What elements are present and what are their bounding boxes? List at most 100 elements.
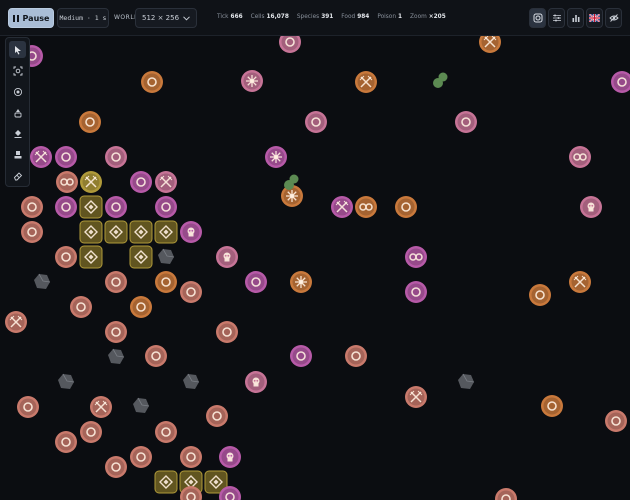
cell-burst-icon[interactable] [265, 146, 287, 168]
cell-skull-icon[interactable] [580, 196, 602, 218]
snapshot-button[interactable] [529, 8, 546, 28]
cell-ring-icon[interactable] [611, 71, 630, 93]
cell-ring-icon[interactable] [55, 146, 77, 168]
cell-diamond-icon[interactable] [129, 245, 153, 269]
stamp-icon [14, 150, 21, 158]
cell-ring-icon[interactable] [145, 345, 167, 367]
cell-ring-icon[interactable] [279, 36, 301, 53]
cell-ring-icon[interactable] [130, 446, 152, 468]
world-canvas[interactable] [0, 36, 630, 500]
cell-ring-icon[interactable] [216, 321, 238, 343]
spawn-cell-icon [13, 87, 22, 96]
rock-icon [158, 248, 175, 264]
cell-ring-icon[interactable] [130, 171, 152, 193]
chevron-down-icon [183, 15, 190, 21]
cell-ring-icon[interactable] [17, 396, 39, 418]
cell-diamond-icon[interactable] [129, 220, 153, 244]
cell-crossed-swords-icon[interactable] [155, 171, 177, 193]
cell-ring-icon[interactable] [345, 345, 367, 367]
tool-food-button[interactable] [9, 104, 26, 121]
cell-diamond-icon[interactable] [104, 220, 128, 244]
cell-ring-icon[interactable] [105, 321, 127, 343]
pause-icon [12, 14, 19, 22]
cell-ring-icon[interactable] [529, 284, 551, 306]
cell-ring-icon[interactable] [80, 421, 102, 443]
cell-ring-icon[interactable] [105, 271, 127, 293]
pause-button[interactable]: Pause [8, 8, 54, 28]
cell-crossed-swords-icon[interactable] [479, 36, 501, 53]
cell-diamond-icon[interactable] [154, 220, 178, 244]
stat-tick: Tick 666 [217, 14, 243, 20]
visibility-button[interactable] [605, 8, 622, 28]
tool-stamp-button[interactable] [9, 146, 26, 163]
language-button[interactable] [586, 8, 603, 28]
cell-ring-icon[interactable] [55, 246, 77, 268]
cell-ring-icon[interactable] [405, 281, 427, 303]
cell-crossed-swords-icon[interactable] [90, 396, 112, 418]
tool-select-button[interactable] [9, 41, 26, 58]
rock-icon [58, 373, 75, 389]
cell-ring-icon[interactable] [155, 271, 177, 293]
cell-ring-icon[interactable] [55, 431, 77, 453]
cell-crossed-swords-icon[interactable] [5, 311, 27, 333]
cell-ring-icon[interactable] [21, 196, 43, 218]
cell-crossed-swords-icon[interactable] [355, 71, 377, 93]
tool-eraser-button[interactable] [9, 167, 26, 184]
pause-label: Pause [22, 13, 50, 23]
snapshot-icon [533, 13, 542, 23]
settings-button[interactable] [548, 8, 565, 28]
cell-ring-icon[interactable] [245, 271, 267, 293]
cell-ring-icon[interactable] [180, 281, 202, 303]
cell-ring-icon[interactable] [21, 221, 43, 243]
add-food-icon [14, 108, 21, 117]
cell-ring-icon[interactable] [141, 71, 163, 93]
cell-ring-icon[interactable] [395, 196, 417, 218]
cell-ring-icon[interactable] [290, 345, 312, 367]
stats-readout: Tick 666 Cells 16,078 Species 391 Food 984 Poiso… [217, 14, 446, 20]
cell-crossed-swords-icon[interactable] [405, 386, 427, 408]
cell-crossed-swords-icon[interactable] [30, 146, 52, 168]
world-size-select[interactable]: 512 × 256 [135, 8, 197, 28]
cell-diamond-icon[interactable] [79, 220, 103, 244]
cell-skull-icon[interactable] [245, 371, 267, 393]
cell-diamond-icon[interactable] [79, 245, 103, 269]
cell-ring-icon[interactable] [155, 421, 177, 443]
tool-focus-button[interactable] [9, 62, 26, 79]
tool-poison-button[interactable] [9, 125, 26, 142]
cell-crossed-swords-icon[interactable] [80, 171, 102, 193]
cell-crossed-swords-icon[interactable] [569, 271, 591, 293]
select-pointer-icon [14, 45, 21, 54]
cell-ring-icon[interactable] [455, 111, 477, 133]
cell-crossed-swords-icon[interactable] [331, 196, 353, 218]
cell-diamond-icon[interactable] [154, 470, 178, 494]
cell-ring-icon[interactable] [79, 111, 101, 133]
cell-burst-icon[interactable] [241, 70, 263, 92]
cell-ring-icon[interactable] [495, 488, 517, 500]
cell-infinity-icon[interactable] [355, 196, 377, 218]
blob-icon [433, 72, 448, 88]
cell-ring-icon[interactable] [541, 395, 563, 417]
cell-skull-icon[interactable] [180, 221, 202, 243]
cell-skull-icon[interactable] [216, 246, 238, 268]
cell-skull-icon[interactable] [219, 446, 241, 468]
cell-ring-icon[interactable] [155, 196, 177, 218]
cell-ring-icon[interactable] [105, 146, 127, 168]
cell-ring-icon[interactable] [55, 196, 77, 218]
cell-infinity-icon[interactable] [56, 171, 78, 193]
cell-ring-icon[interactable] [105, 456, 127, 478]
speed-button[interactable]: Medium · 1 s [57, 8, 109, 28]
cell-infinity-icon[interactable] [405, 246, 427, 268]
cell-diamond-icon[interactable] [79, 195, 103, 219]
cell-ring-icon[interactable] [105, 196, 127, 218]
cell-ring-icon[interactable] [605, 410, 627, 432]
cell-ring-icon[interactable] [180, 446, 202, 468]
cell-infinity-icon[interactable] [569, 146, 591, 168]
cell-ring-icon[interactable] [70, 296, 92, 318]
cell-ring-icon[interactable] [305, 111, 327, 133]
cell-ring-icon[interactable] [130, 296, 152, 318]
tool-spawn-button[interactable] [9, 83, 26, 100]
stats-button[interactable] [567, 8, 584, 28]
cell-burst-icon[interactable] [290, 271, 312, 293]
sliders-icon [552, 14, 561, 22]
cell-ring-icon[interactable] [206, 405, 228, 427]
